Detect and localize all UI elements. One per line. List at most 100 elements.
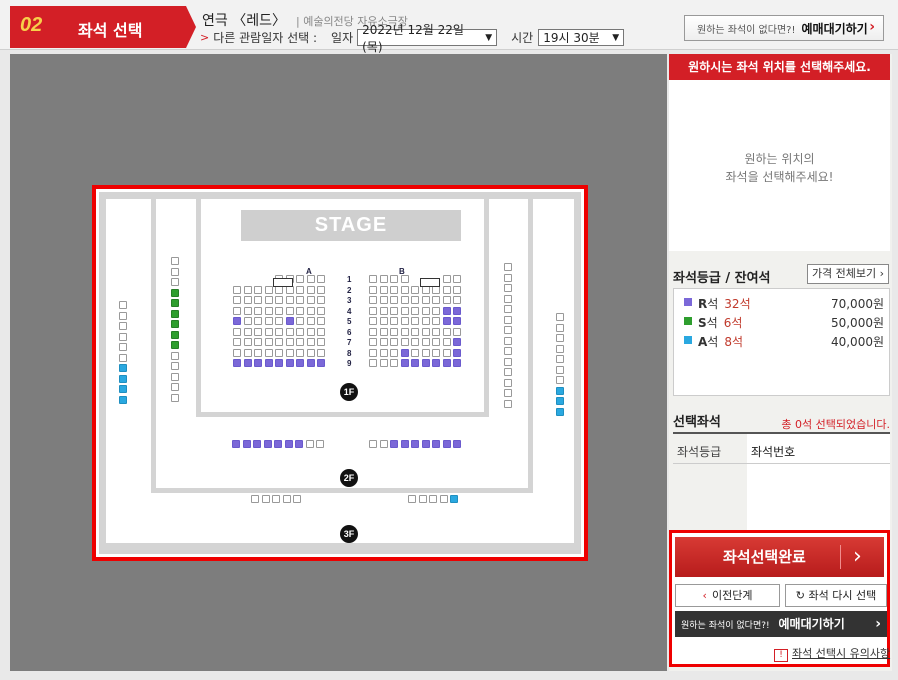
seat[interactable] <box>401 349 409 357</box>
seat[interactable] <box>233 296 241 304</box>
price-all-button[interactable]: 가격 전체보기 › <box>807 264 889 284</box>
seat[interactable] <box>556 386 564 395</box>
seat[interactable] <box>296 307 304 315</box>
seat[interactable] <box>401 317 409 325</box>
seat[interactable] <box>296 317 304 325</box>
seat[interactable] <box>171 383 179 391</box>
seat[interactable] <box>390 338 398 346</box>
seat[interactable] <box>171 278 179 286</box>
seat[interactable] <box>233 307 241 315</box>
seat[interactable] <box>369 317 377 325</box>
seat[interactable] <box>265 338 273 346</box>
seat[interactable] <box>307 275 315 283</box>
seat[interactable] <box>556 334 564 342</box>
seat[interactable] <box>380 359 388 367</box>
seat[interactable] <box>265 307 273 315</box>
seat[interactable] <box>390 286 398 294</box>
seat[interactable] <box>401 328 409 336</box>
seat[interactable] <box>411 286 419 294</box>
seat[interactable] <box>443 349 451 357</box>
seat[interactable] <box>390 349 398 357</box>
seat[interactable] <box>390 275 398 283</box>
seat[interactable] <box>504 389 512 397</box>
seat[interactable] <box>244 328 252 336</box>
seat[interactable] <box>556 407 564 416</box>
seat[interactable] <box>272 495 280 503</box>
seat[interactable] <box>422 338 430 346</box>
seat[interactable] <box>390 359 398 367</box>
seat[interactable] <box>286 328 294 336</box>
seat[interactable] <box>263 440 272 448</box>
seat[interactable] <box>254 307 262 315</box>
seat[interactable] <box>171 351 179 360</box>
seat[interactable] <box>401 338 409 346</box>
seat[interactable] <box>422 328 430 336</box>
seat[interactable] <box>275 338 283 346</box>
seat[interactable] <box>317 286 325 294</box>
seat[interactable] <box>379 440 388 448</box>
seat[interactable] <box>296 349 304 357</box>
seat[interactable] <box>233 286 241 294</box>
seat[interactable] <box>274 440 282 448</box>
seat[interactable] <box>119 374 127 383</box>
seat[interactable] <box>443 338 451 346</box>
seat[interactable] <box>432 317 440 325</box>
seat[interactable] <box>411 349 419 357</box>
seat[interactable] <box>442 440 451 448</box>
seat[interactable] <box>422 286 430 294</box>
seat[interactable] <box>429 495 437 503</box>
seat[interactable] <box>401 307 409 315</box>
seat[interactable] <box>275 349 283 357</box>
seat[interactable] <box>119 364 127 372</box>
seat[interactable] <box>411 317 419 325</box>
seat[interactable] <box>251 495 259 503</box>
seat[interactable] <box>244 307 252 315</box>
seat[interactable] <box>265 359 273 367</box>
seat[interactable] <box>265 286 273 294</box>
seat[interactable] <box>380 328 388 336</box>
seat[interactable] <box>242 440 251 448</box>
seat[interactable] <box>411 296 419 304</box>
seat[interactable] <box>401 359 409 367</box>
seat[interactable] <box>453 338 461 346</box>
waitlist-button-top[interactable]: 원하는 좌석이 없다면?! 예매대기하기 › <box>684 15 884 41</box>
waitlist-button-bottom[interactable]: 원하는 좌석이 없다면?! 예매대기하기 › <box>675 611 887 637</box>
seat[interactable] <box>369 359 377 367</box>
seat[interactable] <box>453 307 461 315</box>
seat[interactable] <box>504 399 512 408</box>
seat[interactable] <box>171 320 179 328</box>
seat[interactable] <box>286 286 294 294</box>
seat[interactable] <box>422 317 430 325</box>
seat[interactable] <box>411 359 419 367</box>
seat[interactable] <box>171 309 179 318</box>
seat[interactable] <box>307 338 315 346</box>
seat[interactable] <box>504 284 512 292</box>
seat[interactable] <box>119 353 127 362</box>
seat[interactable] <box>307 307 315 315</box>
seat[interactable] <box>439 495 448 503</box>
seat[interactable] <box>317 338 325 346</box>
seat[interactable] <box>390 440 398 448</box>
seat[interactable] <box>380 317 388 325</box>
seat[interactable] <box>317 307 325 315</box>
seat[interactable] <box>232 440 240 448</box>
seat[interactable] <box>307 296 315 304</box>
seat[interactable] <box>307 359 315 367</box>
seat[interactable] <box>453 296 461 304</box>
seat[interactable] <box>265 349 273 357</box>
seat[interactable] <box>432 440 440 448</box>
seat[interactable] <box>400 440 409 448</box>
seat[interactable] <box>119 395 127 404</box>
seat[interactable] <box>317 359 325 367</box>
seat[interactable] <box>453 275 461 283</box>
seat[interactable] <box>556 376 564 384</box>
seat[interactable] <box>504 357 512 366</box>
seat[interactable] <box>504 263 512 271</box>
seat[interactable] <box>401 296 409 304</box>
seat[interactable] <box>317 296 325 304</box>
seat[interactable] <box>432 349 440 357</box>
seat[interactable] <box>369 286 377 294</box>
seat[interactable] <box>556 344 564 353</box>
seat[interactable] <box>380 307 388 315</box>
seat[interactable] <box>254 296 262 304</box>
